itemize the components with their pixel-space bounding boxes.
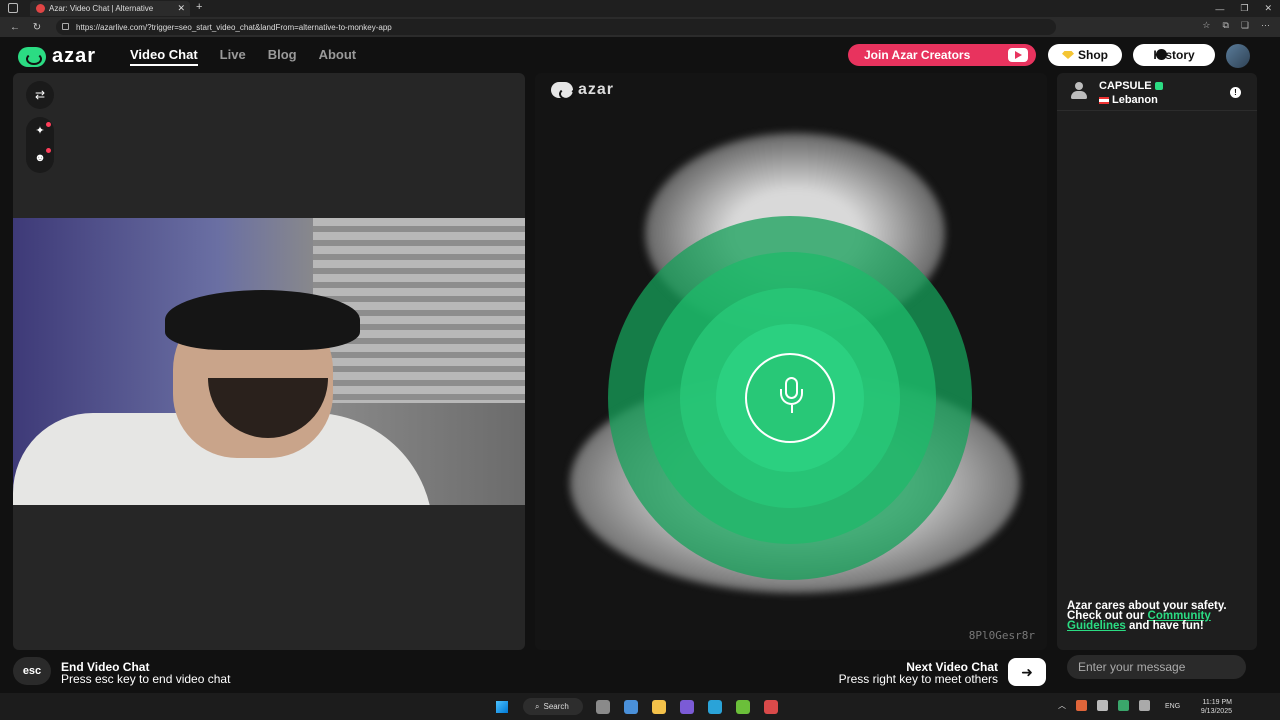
swap-view-icon: ⇄ [34,88,46,102]
url-field[interactable]: https://azarlive.com/?trigger=seo_start_… [56,19,1056,35]
effects-sparkle-icon[interactable]: ✦ [33,124,47,138]
url-text: https://azarlive.com/?trigger=seo_start_… [76,22,392,32]
safety-suffix: and have fun! [1129,620,1204,632]
browser-tabbar: Azar: Video Chat | Alternative ✕ + — ❐ ✕ [0,0,1280,17]
tray-expand-icon[interactable]: ︿ [1058,700,1066,711]
taskbar-search-label: Search [543,702,569,711]
taskbar-search[interactable]: ⌕ Search [523,698,583,715]
filter-notification-dot [46,148,51,153]
main-nav: Video Chat Live Blog About [130,47,356,66]
azar-site: azar Video Chat Live Blog About Join Aza… [0,37,1280,693]
taskbar-clock[interactable]: 11:19 PM 9/13/2025 [1201,698,1232,716]
tab-title: Azar: Video Chat | Alternative [49,4,154,13]
discord-app-icon[interactable] [680,700,694,714]
join-creators-button[interactable]: Join Azar Creators [848,44,1036,66]
window-menu-icon[interactable] [8,3,18,13]
azar-logo[interactable]: azar [18,45,96,68]
video-watermark-logo: azar [551,81,615,100]
collections-icon[interactable]: ❏ [1241,20,1249,31]
windows-start-icon[interactable] [496,701,508,713]
video-id-watermark: 8Pl0Gesr8r [968,629,1035,642]
edge-browser-icon[interactable] [708,700,722,714]
microphone-icon [745,353,835,443]
windows-taskbar: ⌕ Search ︿ ENG 11:19 PM 9/13/2025 [0,693,1280,720]
window-controls: — ❐ ✕ [1215,0,1272,17]
favorite-icon[interactable]: ☆ [1202,20,1210,31]
partner-name: CAPSULE [1099,80,1152,92]
next-chat-button[interactable]: ➜ [1008,658,1046,686]
taskbar-apps [596,700,778,714]
self-camera-feed [13,218,525,505]
next-chat-hint: Press right key to meet others [838,672,998,686]
creators-label: Join Azar Creators [864,48,971,62]
mic-tray-icon[interactable] [1139,700,1150,711]
clock-date: 9/13/2025 [1200,708,1232,715]
report-icon[interactable]: ! [1230,87,1241,98]
message-placeholder: Enter your message [1078,660,1186,674]
back-icon[interactable]: ← [8,22,22,33]
history-button[interactable]: History [1133,44,1215,66]
user-avatar[interactable] [1226,44,1250,68]
extensions-icon[interactable]: ⧉ [1222,20,1228,31]
lebanon-flag-icon [1099,96,1109,104]
tray-app-icon[interactable] [1076,700,1087,711]
verified-badge-icon [1154,82,1163,91]
nav-blog[interactable]: Blog [268,47,297,66]
person-cap-headphones [165,290,360,350]
close-window-icon[interactable]: ✕ [1264,3,1272,14]
chrome-app-icon[interactable] [764,700,778,714]
partner-country: Lebanon [1112,94,1158,106]
maximize-icon[interactable]: ❐ [1240,3,1248,14]
browser-tab[interactable]: Azar: Video Chat | Alternative ✕ [30,1,190,16]
onedrive-icon[interactable] [1097,700,1108,711]
youtube-play-icon [1008,48,1028,62]
azar-watermark-icon [551,82,575,100]
azar-favicon-icon [36,4,45,13]
clock-icon [1156,49,1167,60]
gem-icon [1062,51,1074,59]
close-tab-icon[interactable]: ✕ [177,3,185,14]
refresh-icon[interactable]: ↻ [30,22,44,33]
azar-logo-icon [18,46,46,67]
language-indicator[interactable]: ENG [1165,703,1180,710]
nav-about[interactable]: About [319,47,357,66]
shop-button[interactable]: Shop [1048,44,1122,66]
more-options-icon[interactable]: ⋯ [1261,20,1270,31]
new-tab-icon[interactable]: + [196,1,202,13]
esc-key-button[interactable]: esc [13,657,51,685]
media-app-icon[interactable] [736,700,750,714]
file-explorer-icon[interactable] [652,700,666,714]
message-input[interactable]: Enter your message [1067,655,1246,679]
swap-view-button[interactable]: ⇄ [26,81,54,109]
minimize-icon[interactable]: — [1215,4,1224,14]
partner-video-panel: azar 8Pl0Gesr8r [535,73,1047,650]
photos-app-icon[interactable] [624,700,638,714]
effects-notification-dot [46,122,51,127]
address-bar-row: ← ↻ https://azarlive.com/?trigger=seo_st… [0,17,1280,37]
nav-live[interactable]: Live [220,47,246,66]
safety-notice: Azar cares about your safety. Check out … [1067,600,1252,632]
partner-info: CAPSULE Lebanon ! [1057,73,1257,111]
self-video-panel: ⇄ ✦ ☻ [13,73,525,650]
chat-panel: CAPSULE Lebanon ! Azar cares about your … [1057,73,1257,650]
face-filter-icon[interactable]: ☻ [33,151,47,165]
tray-app2-icon[interactable] [1118,700,1129,711]
clock-time: 11:19 PM [1202,699,1232,706]
shop-label: Shop [1078,48,1108,62]
search-icon: ⌕ [535,701,540,711]
effects-toolbar: ✦ ☻ [26,117,54,173]
watermark-text: azar [578,81,615,98]
system-tray: ︿ [1058,700,1150,711]
site-header: azar Video Chat Live Blog About Join Aza… [0,37,1280,73]
next-arrow-icon: ➜ [1021,663,1033,680]
partner-avatar-icon [1071,82,1087,100]
end-chat-hint: Press esc key to end video chat [61,672,231,686]
nav-video-chat[interactable]: Video Chat [130,47,198,66]
settings-app-icon[interactable] [596,700,610,714]
browser-toolbar-icons: ☆ ⧉ ❏ ⋯ [1202,20,1270,31]
logo-text: azar [52,45,97,67]
site-info-icon[interactable] [62,23,69,30]
